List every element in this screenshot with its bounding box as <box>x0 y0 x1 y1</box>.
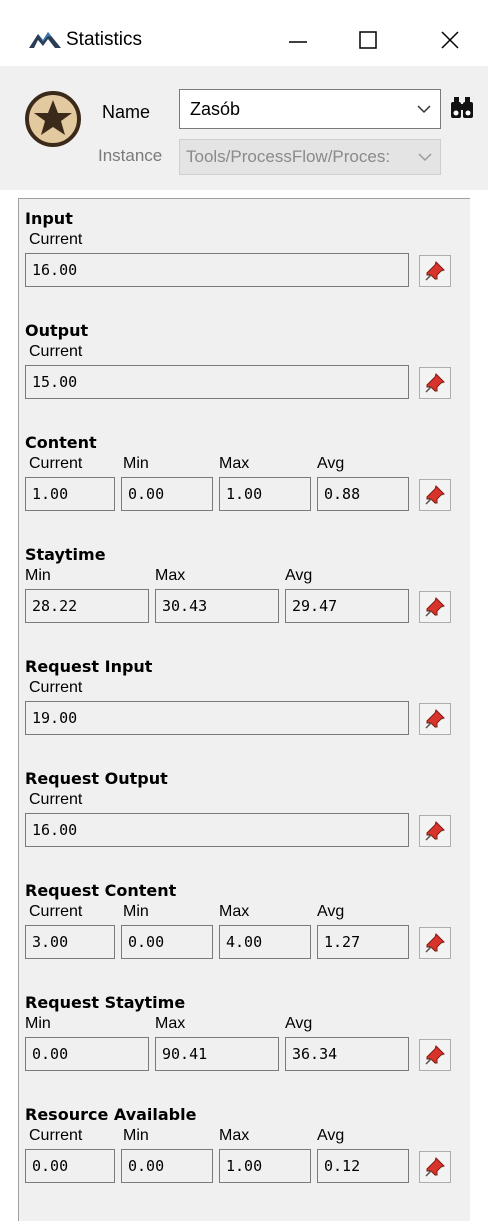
section-title: Resource Available <box>25 1105 197 1124</box>
pushpin-icon <box>425 485 445 505</box>
pushpin-icon <box>425 261 445 281</box>
content-max-field[interactable]: 1.00 <box>219 477 311 511</box>
max-label: Max <box>155 567 186 584</box>
max-label: Max <box>219 1127 250 1144</box>
input-current-field[interactable]: 16.00 <box>25 253 409 287</box>
staytime-avg-field[interactable]: 29.47 <box>285 589 409 623</box>
instance-dropdown[interactable]: Tools/ProcessFlow/Proces: <box>179 139 441 175</box>
object-header: Name Zasób Instance Tools/ProcessFlow/Pr… <box>0 66 488 190</box>
pin-button[interactable] <box>419 703 451 735</box>
maximize-icon <box>359 31 377 49</box>
content-min-field[interactable]: 0.00 <box>121 477 213 511</box>
current-label: Current <box>29 1127 83 1144</box>
request-content-current-field[interactable]: 3.00 <box>25 925 115 959</box>
name-label: Name <box>102 102 151 122</box>
max-label: Max <box>219 455 250 472</box>
current-label: Current <box>29 679 83 696</box>
section-title: Staytime <box>25 545 106 564</box>
request-staytime-min-field[interactable]: 0.00 <box>25 1037 149 1071</box>
min-label: Min <box>25 567 51 584</box>
pushpin-icon <box>425 709 445 729</box>
pin-button[interactable] <box>419 591 451 623</box>
pushpin-icon <box>425 373 445 393</box>
pin-button[interactable] <box>419 479 451 511</box>
request-input-current-field[interactable]: 19.00 <box>25 701 409 735</box>
chevron-down-icon <box>417 105 431 114</box>
min-label: Min <box>123 903 149 920</box>
binoculars-icon[interactable] <box>449 96 475 120</box>
chevron-down-icon <box>416 140 434 174</box>
app-logo-icon <box>29 32 61 48</box>
resource-available-current-field[interactable]: 0.00 <box>25 1149 115 1183</box>
pin-button[interactable] <box>419 255 451 287</box>
minimize-button[interactable] <box>268 18 328 62</box>
close-button[interactable] <box>420 18 480 62</box>
max-label: Max <box>155 1015 186 1032</box>
pushpin-icon <box>425 821 445 841</box>
staytime-min-field[interactable]: 28.22 <box>25 589 149 623</box>
maximize-button[interactable] <box>338 18 398 62</box>
avg-label: Avg <box>285 1015 313 1032</box>
current-label: Current <box>29 903 83 920</box>
request-staytime-avg-field[interactable]: 36.34 <box>285 1037 409 1071</box>
section-title: Input <box>25 209 73 228</box>
current-label: Current <box>29 231 83 248</box>
content-current-field[interactable]: 1.00 <box>25 477 115 511</box>
request-content-avg-field[interactable]: 1.27 <box>317 925 409 959</box>
avg-label: Avg <box>317 455 345 472</box>
current-label: Current <box>29 791 83 808</box>
pin-button[interactable] <box>419 367 451 399</box>
section-title: Request Content <box>25 881 177 900</box>
pin-button[interactable] <box>419 815 451 847</box>
max-label: Max <box>219 903 250 920</box>
pushpin-icon <box>425 597 445 617</box>
content-avg-field[interactable]: 0.88 <box>317 477 409 511</box>
pushpin-icon <box>425 933 445 953</box>
section-title: Output <box>25 321 89 340</box>
minimize-icon <box>289 41 307 43</box>
avg-label: Avg <box>285 567 313 584</box>
close-icon <box>441 31 459 49</box>
instance-label: Instance <box>98 146 163 165</box>
pushpin-icon <box>425 1045 445 1065</box>
request-content-min-field[interactable]: 0.00 <box>121 925 213 959</box>
statistics-panel: Input Current 16.00 Output Current 15.00… <box>18 198 470 1221</box>
request-staytime-max-field[interactable]: 90.41 <box>155 1037 279 1071</box>
section-title: Request Input <box>25 657 153 676</box>
name-value: Zasób <box>190 99 241 119</box>
staytime-max-field[interactable]: 30.43 <box>155 589 279 623</box>
current-label: Current <box>29 343 83 360</box>
min-label: Min <box>123 1127 149 1144</box>
output-current-field[interactable]: 15.00 <box>25 365 409 399</box>
star-badge-icon <box>25 91 81 147</box>
section-title: Request Staytime <box>25 993 186 1012</box>
avg-label: Avg <box>317 1127 345 1144</box>
resource-available-max-field[interactable]: 1.00 <box>219 1149 311 1183</box>
resource-available-min-field[interactable]: 0.00 <box>121 1149 213 1183</box>
instance-value: Tools/ProcessFlow/Proces: <box>186 147 391 166</box>
min-label: Min <box>123 455 149 472</box>
avg-label: Avg <box>317 903 345 920</box>
request-content-max-field[interactable]: 4.00 <box>219 925 311 959</box>
pin-button[interactable] <box>419 1039 451 1071</box>
current-label: Current <box>29 455 83 472</box>
resource-available-avg-field[interactable]: 0.12 <box>317 1149 409 1183</box>
section-title: Request Output <box>25 769 168 788</box>
pushpin-icon <box>425 1157 445 1177</box>
pin-button[interactable] <box>419 1151 451 1183</box>
pin-button[interactable] <box>419 927 451 959</box>
min-label: Min <box>25 1015 51 1032</box>
section-title: Content <box>25 433 97 452</box>
name-dropdown[interactable]: Zasób <box>179 89 441 129</box>
request-output-current-field[interactable]: 16.00 <box>25 813 409 847</box>
window-title: Statistics <box>66 29 143 50</box>
